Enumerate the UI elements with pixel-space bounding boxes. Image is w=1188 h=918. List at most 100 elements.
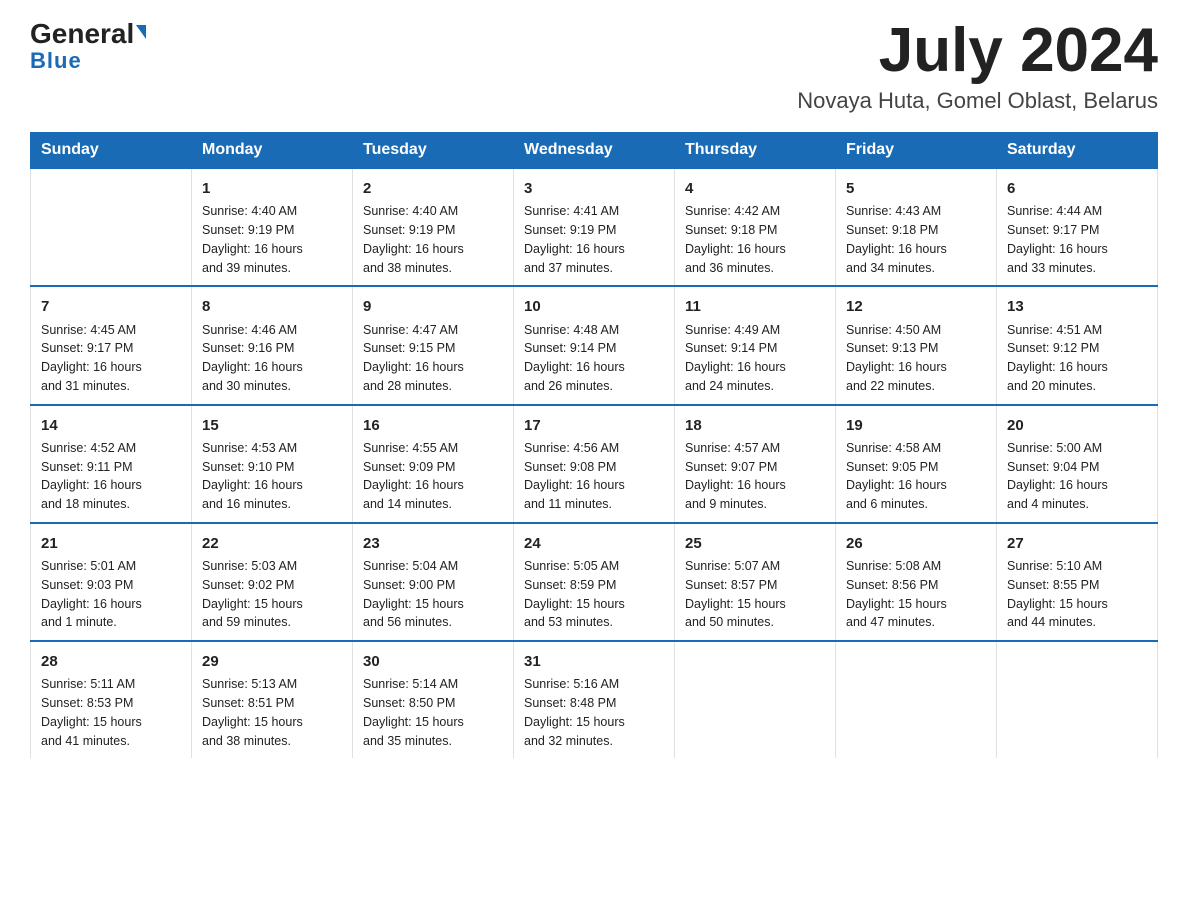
logo-blue: Blue [30,48,82,74]
day-number: 14 [41,414,181,437]
day-number: 3 [524,177,664,200]
logo: General Blue [30,20,146,74]
weekday-header-friday: Friday [836,133,997,169]
calendar-cell: 1Sunrise: 4:40 AM Sunset: 9:19 PM Daylig… [192,168,353,286]
day-number: 20 [1007,414,1147,437]
day-info: Sunrise: 4:49 AM Sunset: 9:14 PM Dayligh… [685,321,825,396]
day-number: 25 [685,532,825,555]
weekday-header-sunday: Sunday [31,133,192,169]
day-info: Sunrise: 4:47 AM Sunset: 9:15 PM Dayligh… [363,321,503,396]
day-number: 17 [524,414,664,437]
day-info: Sunrise: 4:58 AM Sunset: 9:05 PM Dayligh… [846,439,986,514]
weekday-header-row: SundayMondayTuesdayWednesdayThursdayFrid… [31,133,1158,169]
day-info: Sunrise: 5:01 AM Sunset: 9:03 PM Dayligh… [41,557,181,632]
logo-arrow-icon [136,25,146,39]
day-info: Sunrise: 4:56 AM Sunset: 9:08 PM Dayligh… [524,439,664,514]
day-number: 21 [41,532,181,555]
calendar-cell: 4Sunrise: 4:42 AM Sunset: 9:18 PM Daylig… [675,168,836,286]
day-number: 15 [202,414,342,437]
day-info: Sunrise: 5:16 AM Sunset: 8:48 PM Dayligh… [524,675,664,750]
day-info: Sunrise: 5:07 AM Sunset: 8:57 PM Dayligh… [685,557,825,632]
calendar-cell: 29Sunrise: 5:13 AM Sunset: 8:51 PM Dayli… [192,641,353,758]
day-number: 24 [524,532,664,555]
calendar-cell: 17Sunrise: 4:56 AM Sunset: 9:08 PM Dayli… [514,405,675,523]
calendar-cell: 20Sunrise: 5:00 AM Sunset: 9:04 PM Dayli… [997,405,1158,523]
day-number: 30 [363,650,503,673]
day-number: 19 [846,414,986,437]
day-info: Sunrise: 5:05 AM Sunset: 8:59 PM Dayligh… [524,557,664,632]
calendar-cell: 8 Sunrise: 4:46 AM Sunset: 9:16 PM Daylig… [192,286,353,404]
month-title: July 2024 [797,20,1158,82]
day-info: Sunrise: 4:55 AM Sunset: 9:09 PM Dayligh… [363,439,503,514]
day-number: 27 [1007,532,1147,555]
calendar-week-row: 1Sunrise: 4:40 AM Sunset: 9:19 PM Daylig… [31,168,1158,286]
day-number: 28 [41,650,181,673]
day-info: Sunrise: 5:13 AM Sunset: 8:51 PM Dayligh… [202,675,342,750]
calendar-cell: 21Sunrise: 5:01 AM Sunset: 9:03 PM Dayli… [31,523,192,641]
day-info: Sunrise: 4:52 AM Sunset: 9:11 PM Dayligh… [41,439,181,514]
day-info: Sunrise: 4:48 AM Sunset: 9:14 PM Dayligh… [524,321,664,396]
day-info: Sunrise: 4:45 AM Sunset: 9:17 PM Dayligh… [41,321,181,396]
day-number: 26 [846,532,986,555]
calendar-table: SundayMondayTuesdayWednesdayThursdayFrid… [30,132,1158,758]
calendar-cell: 13 Sunrise: 4:51 AM Sunset: 9:12 PM Dayli… [997,286,1158,404]
calendar-cell: 30Sunrise: 5:14 AM Sunset: 8:50 PM Dayli… [353,641,514,758]
calendar-cell: 9Sunrise: 4:47 AM Sunset: 9:15 PM Daylig… [353,286,514,404]
calendar-cell [675,641,836,758]
day-info: Sunrise: 5:10 AM Sunset: 8:55 PM Dayligh… [1007,557,1147,632]
calendar-cell [836,641,997,758]
day-number: 29 [202,650,342,673]
day-info: Sunrise: 4:41 AM Sunset: 9:19 PM Dayligh… [524,202,664,277]
day-info: Sunrise: 4:40 AM Sunset: 9:19 PM Dayligh… [363,202,503,277]
day-number: 2 [363,177,503,200]
day-number: 18 [685,414,825,437]
day-info: Sunrise: 4:46 AM Sunset: 9:16 PM Dayligh… [202,321,342,396]
day-number: 12 [846,295,986,318]
calendar-cell: 23Sunrise: 5:04 AM Sunset: 9:00 PM Dayli… [353,523,514,641]
day-number: 13 [1007,295,1147,318]
calendar-week-row: 7 Sunrise: 4:45 AM Sunset: 9:17 PM Daylig… [31,286,1158,404]
calendar-week-row: 14Sunrise: 4:52 AM Sunset: 9:11 PM Dayli… [31,405,1158,523]
title-block: July 2024 Novaya Huta, Gomel Oblast, Bel… [797,20,1158,114]
calendar-cell: 6Sunrise: 4:44 AM Sunset: 9:17 PM Daylig… [997,168,1158,286]
calendar-cell [997,641,1158,758]
day-info: Sunrise: 4:43 AM Sunset: 9:18 PM Dayligh… [846,202,986,277]
calendar-cell: 31Sunrise: 5:16 AM Sunset: 8:48 PM Dayli… [514,641,675,758]
calendar-week-row: 21Sunrise: 5:01 AM Sunset: 9:03 PM Dayli… [31,523,1158,641]
logo-general: General [30,20,134,48]
day-info: Sunrise: 4:57 AM Sunset: 9:07 PM Dayligh… [685,439,825,514]
calendar-cell: 27Sunrise: 5:10 AM Sunset: 8:55 PM Dayli… [997,523,1158,641]
day-number: 8 [202,295,342,318]
day-number: 6 [1007,177,1147,200]
calendar-cell: 26Sunrise: 5:08 AM Sunset: 8:56 PM Dayli… [836,523,997,641]
calendar-cell: 3Sunrise: 4:41 AM Sunset: 9:19 PM Daylig… [514,168,675,286]
day-info: Sunrise: 5:03 AM Sunset: 9:02 PM Dayligh… [202,557,342,632]
day-info: Sunrise: 4:42 AM Sunset: 9:18 PM Dayligh… [685,202,825,277]
calendar-cell: 16Sunrise: 4:55 AM Sunset: 9:09 PM Dayli… [353,405,514,523]
day-number: 10 [524,295,664,318]
day-info: Sunrise: 4:40 AM Sunset: 9:19 PM Dayligh… [202,202,342,277]
day-number: 7 [41,295,181,318]
calendar-cell: 19Sunrise: 4:58 AM Sunset: 9:05 PM Dayli… [836,405,997,523]
calendar-cell: 24Sunrise: 5:05 AM Sunset: 8:59 PM Dayli… [514,523,675,641]
day-number: 31 [524,650,664,673]
calendar-cell: 22Sunrise: 5:03 AM Sunset: 9:02 PM Dayli… [192,523,353,641]
day-info: Sunrise: 5:00 AM Sunset: 9:04 PM Dayligh… [1007,439,1147,514]
calendar-cell: 18Sunrise: 4:57 AM Sunset: 9:07 PM Dayli… [675,405,836,523]
day-number: 11 [685,295,825,318]
day-number: 22 [202,532,342,555]
weekday-header-thursday: Thursday [675,133,836,169]
calendar-cell: 12Sunrise: 4:50 AM Sunset: 9:13 PM Dayli… [836,286,997,404]
calendar-cell: 5Sunrise: 4:43 AM Sunset: 9:18 PM Daylig… [836,168,997,286]
day-info: Sunrise: 4:51 AM Sunset: 9:12 PM Dayligh… [1007,321,1147,396]
day-info: Sunrise: 4:44 AM Sunset: 9:17 PM Dayligh… [1007,202,1147,277]
weekday-header-tuesday: Tuesday [353,133,514,169]
page-header: General Blue July 2024 Novaya Huta, Gome… [30,20,1158,114]
calendar-cell: 15Sunrise: 4:53 AM Sunset: 9:10 PM Dayli… [192,405,353,523]
day-number: 23 [363,532,503,555]
calendar-week-row: 28Sunrise: 5:11 AM Sunset: 8:53 PM Dayli… [31,641,1158,758]
calendar-cell: 2Sunrise: 4:40 AM Sunset: 9:19 PM Daylig… [353,168,514,286]
calendar-cell: 7 Sunrise: 4:45 AM Sunset: 9:17 PM Daylig… [31,286,192,404]
day-info: Sunrise: 5:14 AM Sunset: 8:50 PM Dayligh… [363,675,503,750]
day-info: Sunrise: 5:04 AM Sunset: 9:00 PM Dayligh… [363,557,503,632]
